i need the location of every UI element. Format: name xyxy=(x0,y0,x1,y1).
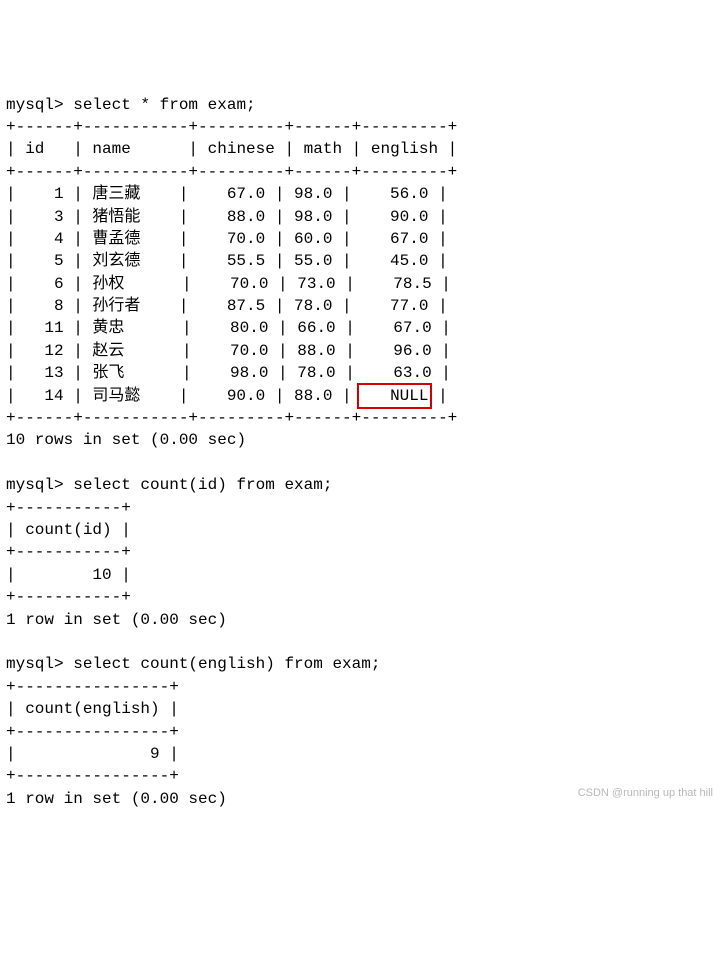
terminal-output: mysql> select * from exam; +------+-----… xyxy=(6,94,717,811)
watermark: CSDN @running up that hill xyxy=(578,786,713,801)
null-highlight: NULL xyxy=(357,383,432,409)
